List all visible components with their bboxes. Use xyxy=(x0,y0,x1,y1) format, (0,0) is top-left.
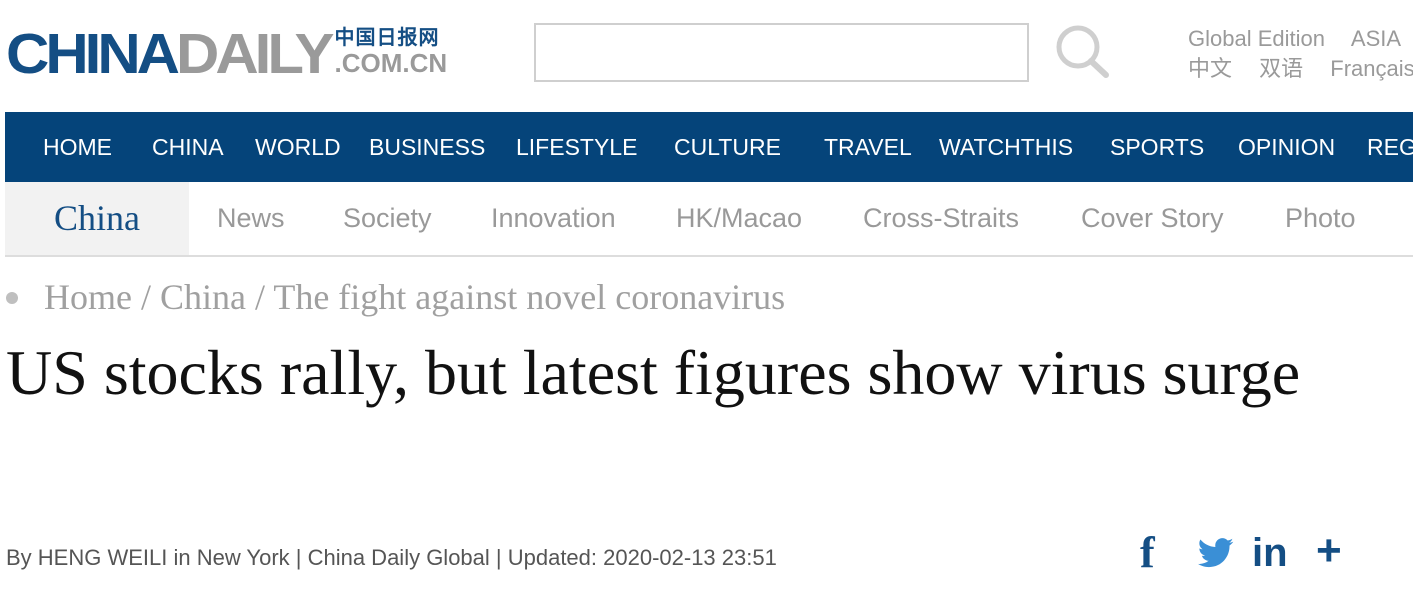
nav-item-regional[interactable]: REG xyxy=(1367,112,1413,182)
edition-row-1: Global Edition ASIA xyxy=(1188,24,1413,54)
breadcrumb-bullet-icon xyxy=(6,291,18,304)
nav-item-home[interactable]: HOME xyxy=(43,112,112,182)
article-byline: By HENG WEILI in New York | China Daily … xyxy=(6,545,777,570)
subnav-item-innovation[interactable]: Innovation xyxy=(491,182,616,255)
edition-links: Global Edition ASIA 中文 双语 Français xyxy=(1188,24,1413,85)
facebook-icon[interactable]: f xyxy=(1140,528,1155,578)
edition-link-asia[interactable]: ASIA xyxy=(1351,26,1401,51)
nav-item-china[interactable]: CHINA xyxy=(152,112,224,182)
subnav-item-photo[interactable]: Photo xyxy=(1285,182,1356,255)
subnav-item-news[interactable]: News xyxy=(217,182,285,255)
subnav-item-hk-macao[interactable]: HK/Macao xyxy=(676,182,802,255)
search-icon[interactable] xyxy=(1052,22,1112,82)
breadcrumb-text[interactable]: Home / China / The fight against novel c… xyxy=(44,277,785,317)
main-nav: HOME CHINA WORLD BUSINESS LIFESTYLE CULT… xyxy=(5,112,1413,182)
edition-link-bilingual[interactable]: 双语 xyxy=(1259,57,1303,82)
logo-side: 中国日报网 .COM.CN xyxy=(335,24,448,76)
subnav-item-cross-straits[interactable]: Cross-Straits xyxy=(863,182,1019,255)
linkedin-icon[interactable]: in xyxy=(1252,528,1288,578)
nav-item-culture[interactable]: CULTURE xyxy=(674,112,781,182)
logo-daily-text: DAILY xyxy=(176,21,334,86)
edition-link-french[interactable]: Français xyxy=(1330,56,1413,81)
subnav-item-cover-story[interactable]: Cover Story xyxy=(1081,182,1224,255)
edition-row-2: 中文 双语 Français xyxy=(1188,54,1413,85)
china-daily-logo[interactable]: CHINA DAILY 中国日报网 .COM.CN xyxy=(6,24,447,84)
nav-item-sports[interactable]: SPORTS xyxy=(1110,112,1204,182)
edition-link-chinese[interactable]: 中文 xyxy=(1188,57,1232,82)
nav-item-business[interactable]: BUSINESS xyxy=(369,112,485,182)
breadcrumb: Home / China / The fight against novel c… xyxy=(6,270,785,325)
subnav-item-society[interactable]: Society xyxy=(343,182,432,255)
site-header: CHINA DAILY 中国日报网 .COM.CN Global Edition… xyxy=(0,0,1413,112)
plus-icon[interactable]: + xyxy=(1316,528,1342,578)
section-title[interactable]: China xyxy=(5,182,189,255)
logo-china-text: CHINA xyxy=(6,21,180,86)
article-headline: US stocks rally, but latest figures show… xyxy=(6,337,1301,408)
sub-nav: China News Society Innovation HK/Macao C… xyxy=(5,182,1413,257)
nav-item-watchthis[interactable]: WATCHTHIS xyxy=(939,112,1073,182)
logo-domain-text: .COM.CN xyxy=(334,48,448,78)
edition-link-global[interactable]: Global Edition xyxy=(1188,26,1325,51)
logo-chinese-text: 中国日报网 xyxy=(334,25,440,49)
nav-item-world[interactable]: WORLD xyxy=(255,112,341,182)
nav-item-lifestyle[interactable]: LIFESTYLE xyxy=(516,112,637,182)
twitter-icon[interactable] xyxy=(1198,536,1234,570)
search-input[interactable] xyxy=(534,23,1029,82)
nav-item-opinion[interactable]: OPINION xyxy=(1238,112,1335,182)
nav-item-travel[interactable]: TRAVEL xyxy=(824,112,912,182)
